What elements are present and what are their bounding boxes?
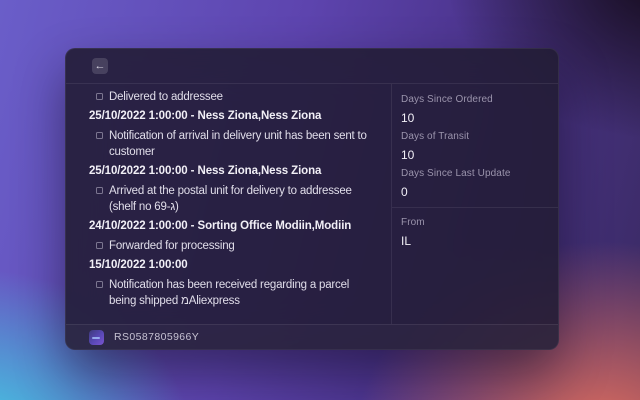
event-checkbox-icon bbox=[96, 281, 103, 288]
stat-value: 0 bbox=[401, 185, 548, 199]
event-row: Delivered to addressee bbox=[89, 89, 377, 105]
timeline-entry: 24/10/2022 1:00:00 - Sorting Office Modi… bbox=[89, 219, 377, 254]
stat-label: Days Since Last Update bbox=[401, 168, 548, 180]
stats-primary-group: Days Since Ordered 10 Days of Transit 10… bbox=[401, 94, 548, 199]
back-button[interactable]: ← bbox=[92, 58, 108, 74]
event-checkbox-icon bbox=[96, 187, 103, 194]
entry-events: Arrived at the postal unit for delivery … bbox=[89, 183, 377, 215]
event-text: Arrived at the postal unit for delivery … bbox=[109, 183, 377, 215]
stat-item: Days Since Ordered 10 bbox=[401, 94, 548, 125]
entry-events: Notification of arrival in delivery unit… bbox=[89, 128, 377, 160]
event-text: Forwarded for processing bbox=[109, 238, 235, 254]
entry-date: 24/10/2022 1:00:00 - Sorting Office Modi… bbox=[89, 219, 377, 234]
timeline-entry: 25/10/2022 1:00:00 - Ness Ziona,Ness Zio… bbox=[89, 164, 377, 215]
entry-date: 25/10/2022 1:00:00 - Ness Ziona,Ness Zio… bbox=[89, 164, 377, 179]
stat-label: Days of Transit bbox=[401, 131, 548, 143]
timeline-entry: 15/10/2022 1:00:00 Notification has been… bbox=[89, 258, 377, 309]
event-row: Forwarded for processing bbox=[89, 238, 377, 254]
event-row: Notification of arrival in delivery unit… bbox=[89, 128, 377, 160]
stat-label: Days Since Ordered bbox=[401, 94, 548, 106]
entry-events: Delivered to addressee bbox=[89, 89, 377, 105]
stat-item: Days of Transit 10 bbox=[401, 131, 548, 162]
stat-item: From IL bbox=[401, 217, 548, 248]
window-titlebar: ← bbox=[66, 49, 558, 84]
sidebar-divider bbox=[392, 207, 558, 208]
stats-sidebar: Days Since Ordered 10 Days of Transit 10… bbox=[391, 84, 558, 324]
event-text: Delivered to addressee bbox=[109, 89, 223, 105]
entry-date: 15/10/2022 1:00:00 bbox=[89, 258, 377, 273]
event-row: Arrived at the postal unit for delivery … bbox=[89, 183, 377, 215]
entry-date: 25/10/2022 1:00:00 - Ness Ziona,Ness Zio… bbox=[89, 109, 377, 124]
event-checkbox-icon bbox=[96, 242, 103, 249]
package-logo-icon bbox=[89, 330, 104, 345]
stat-value: IL bbox=[401, 234, 548, 248]
event-checkbox-icon bbox=[96, 132, 103, 139]
event-text: Notification has been received regarding… bbox=[109, 277, 377, 309]
event-checkbox-icon bbox=[96, 93, 103, 100]
event-row: Notification has been received regarding… bbox=[89, 277, 377, 309]
package-footer-row[interactable]: RS0587805966Y bbox=[66, 324, 558, 349]
tracking-timeline[interactable]: Delivered to addressee 25/10/2022 1:00:0… bbox=[66, 84, 391, 324]
back-arrow-icon: ← bbox=[95, 59, 106, 74]
main-area: Delivered to addressee 25/10/2022 1:00:0… bbox=[66, 84, 558, 324]
stat-label: From bbox=[401, 217, 548, 229]
tracking-number: RS0587805966Y bbox=[114, 331, 199, 343]
event-text: Notification of arrival in delivery unit… bbox=[109, 128, 377, 160]
entry-events: Notification has been received regarding… bbox=[89, 277, 377, 309]
stat-value: 10 bbox=[401, 148, 548, 162]
entry-events: Forwarded for processing bbox=[89, 238, 377, 254]
app-window: ← Delivered to addressee 25/10/2022 1:00… bbox=[65, 48, 559, 350]
timeline-entry: Delivered to addressee bbox=[89, 89, 377, 105]
stat-value: 10 bbox=[401, 111, 548, 125]
stats-secondary-group: From IL bbox=[401, 217, 548, 248]
desktop-background: { "colors": { "wallpaper_purple": "#5d44… bbox=[0, 0, 640, 400]
timeline-entry: 25/10/2022 1:00:00 - Ness Ziona,Ness Zio… bbox=[89, 109, 377, 160]
stat-item: Days Since Last Update 0 bbox=[401, 168, 548, 199]
